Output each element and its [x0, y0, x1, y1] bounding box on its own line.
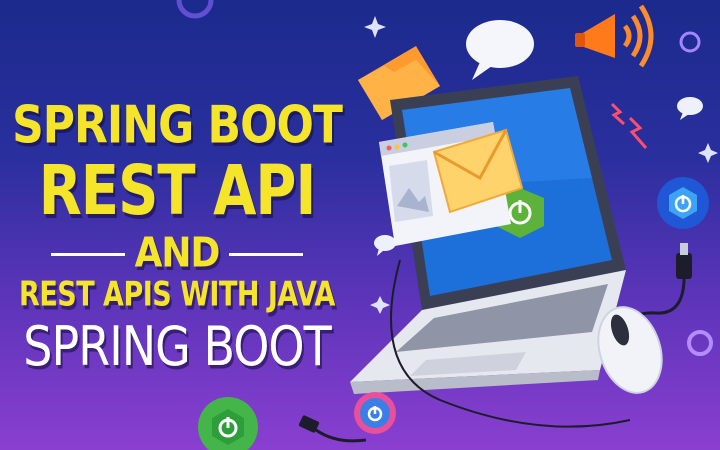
envelope-icon	[432, 128, 524, 214]
sparkle-icon	[698, 143, 718, 163]
megaphone-icon	[575, 4, 654, 68]
spring-power-logo-icon	[657, 177, 709, 229]
banner: SPRING BOOT REST API AND REST APIS WITH …	[0, 0, 720, 450]
spring-power-logo-icon	[198, 397, 258, 450]
speech-bubble-icon	[677, 97, 703, 120]
ring-decor-right	[679, 31, 701, 53]
ring-decor-top	[176, 0, 214, 19]
usb-cable-icon	[298, 415, 366, 443]
cable-decor	[390, 259, 631, 428]
sparkle-icon	[364, 16, 386, 38]
